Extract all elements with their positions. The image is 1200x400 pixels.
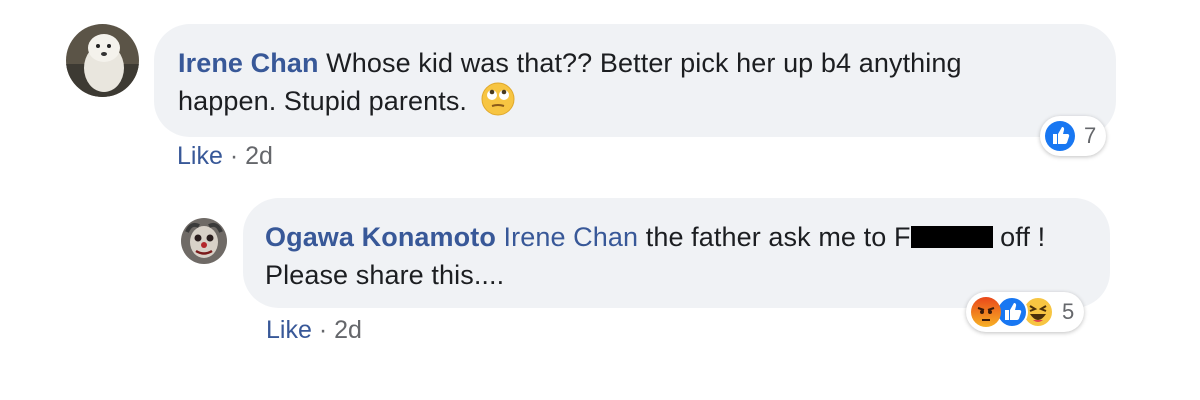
reaction-count: 5 [1062, 299, 1075, 324]
reply-text-continued: Please share this.... [265, 260, 505, 290]
meta-separator: · [318, 316, 328, 344]
reaction-summary[interactable]: 5 [966, 292, 1085, 332]
like-reaction-icon [1044, 120, 1076, 152]
comment-ogawa-konamoto: Ogawa Konamoto Irene Chan the father ask… [0, 180, 1200, 380]
avatar[interactable] [181, 218, 227, 264]
like-link[interactable]: Like [266, 316, 312, 344]
comment-author[interactable]: Irene Chan [178, 48, 319, 78]
face-with-rolling-eyes-icon [481, 82, 515, 126]
comment-irene-chan: Irene Chan Whose kid was that?? Better p… [0, 0, 1200, 180]
reaction-summary[interactable]: 7 [1040, 116, 1107, 156]
avatar[interactable] [66, 24, 139, 97]
reply-line-1: Ogawa Konamoto Irene Chan the father ask… [265, 218, 1088, 256]
reply-text-after-redaction: off ! [1000, 222, 1046, 252]
reply-text: the father ask me to F [645, 222, 911, 252]
comment-text: Whose kid was that?? Better pick her up … [326, 48, 962, 78]
comment-line-1: Irene Chan Whose kid was that?? Better p… [178, 44, 1092, 82]
comment-line-2: happen. Stupid parents. [178, 82, 1092, 126]
comment-timestamp[interactable]: 2d [245, 142, 273, 170]
reply-line-2: Please share this.... [265, 256, 1088, 294]
comment-text-continued: happen. Stupid parents. [178, 86, 468, 116]
comment-actions: Like · 2d [177, 142, 273, 171]
clown-avatar-image [181, 218, 227, 264]
comment-actions: Like · 2d [266, 316, 362, 345]
comment-bubble: Irene Chan Whose kid was that?? Better p… [154, 24, 1116, 137]
like-link[interactable]: Like [177, 142, 223, 170]
mention-link[interactable]: Irene Chan [504, 222, 639, 252]
angry-reaction-icon [970, 296, 1002, 328]
reaction-count: 7 [1084, 123, 1097, 148]
meta-separator: · [229, 142, 239, 170]
reply-bubble: Ogawa Konamoto Irene Chan the father ask… [243, 198, 1110, 308]
dog-avatar-image [66, 24, 139, 97]
comment-timestamp[interactable]: 2d [334, 316, 362, 344]
redaction-block [910, 226, 993, 248]
comment-author[interactable]: Ogawa Konamoto [265, 222, 496, 252]
